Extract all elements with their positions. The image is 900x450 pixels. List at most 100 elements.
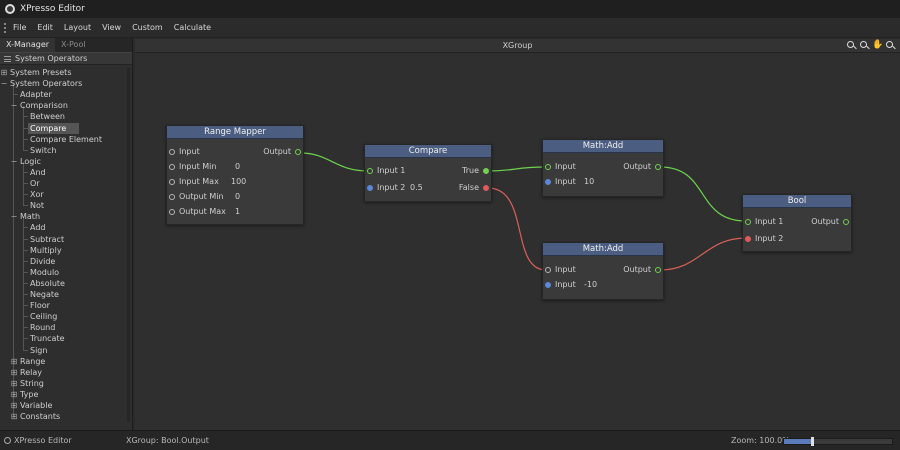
tree-item-truncate[interactable]: Truncate [0, 333, 131, 344]
port-value[interactable]: 100 [231, 176, 246, 188]
menu-calculate[interactable]: Calculate [174, 23, 211, 32]
port-input-min[interactable]: Input Min 0 [169, 161, 259, 173]
tree-item-add[interactable]: Add [0, 222, 131, 233]
expand-icon[interactable]: ⊞ [10, 356, 18, 367]
port-connector[interactable] [169, 149, 175, 155]
zoom-slider[interactable] [783, 437, 893, 446]
tree-item-absolute[interactable]: Absolute [0, 278, 131, 289]
tree-item-compare[interactable]: Compare [0, 122, 131, 134]
tree-item-math[interactable]: − Math [0, 211, 131, 222]
node-math-add-1[interactable]: Math:Add Input Input 10 Output [542, 139, 664, 197]
port-true[interactable]: True [462, 165, 489, 177]
port-false[interactable]: False [459, 182, 489, 194]
port-connector[interactable] [367, 168, 373, 174]
tree-item-variable[interactable]: ⊞ Variable [0, 400, 131, 411]
tree-item-comparison[interactable]: − Comparison [0, 100, 131, 111]
port-output[interactable]: Output [623, 264, 661, 276]
port-connector[interactable] [545, 267, 551, 273]
port-value[interactable]: 0 [235, 191, 240, 203]
tree-item-multiply[interactable]: Multiply [0, 245, 131, 256]
port-input-1[interactable]: Input 1 [367, 165, 437, 177]
wire-add1-bool[interactable] [659, 166, 747, 222]
port-connector[interactable] [545, 282, 551, 288]
menu-view[interactable]: View [102, 23, 121, 32]
port-connector[interactable] [367, 185, 373, 191]
tree-item-ceiling[interactable]: Ceiling [0, 311, 131, 322]
port-connector[interactable] [169, 194, 175, 200]
tree-item-subtract[interactable]: Subtract [0, 234, 131, 245]
node-compare[interactable]: Compare Input 1 Input 2 0.5 True False [364, 144, 492, 202]
collapse-icon[interactable]: − [10, 100, 18, 111]
tree-item-not[interactable]: Not [0, 200, 131, 211]
port-value[interactable]: 1 [235, 206, 240, 218]
wire-rangemapper-compare[interactable] [299, 152, 369, 172]
node-title[interactable]: Compare [365, 145, 491, 158]
tree-item-string[interactable]: ⊞ String [0, 378, 131, 389]
expand-icon[interactable]: ⊞ [0, 67, 8, 78]
tree-item-constants[interactable]: ⊞ Constants [0, 411, 131, 422]
collapse-icon[interactable]: − [0, 78, 8, 89]
tree-item-adapter[interactable]: Adapter [0, 89, 131, 100]
tree-item-compare-element[interactable]: Compare Element [0, 134, 131, 145]
tree-item-range[interactable]: ⊞ Range [0, 356, 131, 367]
port-output-max[interactable]: Output Max 1 [169, 206, 259, 218]
port-output[interactable]: Output [623, 161, 661, 173]
wire-compare-false-add2[interactable] [487, 187, 547, 271]
zoom-slider-handle[interactable] [810, 437, 814, 446]
port-input-value[interactable]: Input -10 [545, 279, 615, 291]
expand-icon[interactable]: ⊞ [10, 367, 18, 378]
zoom-out-icon[interactable] [846, 40, 857, 51]
hand-icon[interactable]: ✋ [872, 40, 883, 51]
port-connector[interactable] [745, 219, 751, 225]
tab-x-pool[interactable]: X-Pool [55, 38, 92, 52]
tab-x-manager[interactable]: X-Manager [0, 38, 56, 52]
node-canvas[interactable]: Range Mapper Input Input Min 0 Input Max… [135, 53, 900, 430]
node-title[interactable]: Math:Add [543, 243, 663, 256]
port-connector[interactable] [169, 164, 175, 170]
port-input-2[interactable]: Input 2 [745, 233, 805, 245]
port-value[interactable]: -10 [584, 279, 597, 291]
tree-item-floor[interactable]: Floor [0, 300, 131, 311]
expand-icon[interactable]: ⊞ [10, 400, 18, 411]
port-input[interactable]: Input [545, 161, 615, 173]
tree-item-round[interactable]: Round [0, 322, 131, 333]
tree-item-system-presets[interactable]: ⊞ System Presets [0, 67, 131, 78]
port-output[interactable]: Output [263, 146, 301, 158]
port-connector[interactable] [843, 219, 849, 225]
menu-file[interactable]: File [13, 23, 26, 32]
wire-add2-bool[interactable] [659, 237, 747, 271]
menu-layout[interactable]: Layout [64, 23, 91, 32]
port-connector[interactable] [655, 267, 661, 273]
tree-item-xor[interactable]: Xor [0, 189, 131, 200]
tree-item-logic[interactable]: − Logic [0, 156, 131, 167]
tree-item-relay[interactable]: ⊞ Relay [0, 367, 131, 378]
expand-icon[interactable]: ⊞ [10, 411, 18, 422]
port-input-1[interactable]: Input 1 [745, 216, 805, 228]
collapse-icon[interactable]: − [10, 156, 18, 167]
tree-item-modulo[interactable]: Modulo [0, 267, 131, 278]
port-connector[interactable] [545, 164, 551, 170]
port-connector[interactable] [295, 149, 301, 155]
port-connector[interactable] [483, 168, 489, 174]
port-connector[interactable] [169, 209, 175, 215]
menu-edit[interactable]: Edit [37, 23, 53, 32]
node-range-mapper[interactable]: Range Mapper Input Input Min 0 Input Max… [166, 125, 304, 225]
port-value[interactable]: 0.5 [410, 182, 423, 194]
port-value[interactable]: 0 [235, 161, 240, 173]
tree-scrollbar[interactable] [127, 68, 130, 422]
port-value[interactable]: 10 [584, 176, 594, 188]
menu-custom[interactable]: Custom [132, 23, 163, 32]
tree-item-sign[interactable]: Sign [0, 345, 131, 356]
port-output[interactable]: Output [811, 216, 849, 228]
port-input[interactable]: Input [169, 146, 259, 158]
node-title[interactable]: Range Mapper [167, 126, 303, 139]
tree-item-type[interactable]: ⊞ Type [0, 389, 131, 400]
port-connector[interactable] [169, 179, 175, 185]
wire-compare-true-add1[interactable] [487, 166, 547, 172]
collapse-icon[interactable]: − [10, 211, 18, 222]
port-connector[interactable] [655, 164, 661, 170]
tree-item-system-operators[interactable]: − System Operators [0, 78, 131, 89]
zoom-in-icon[interactable] [859, 40, 870, 51]
tree-item-divide[interactable]: Divide [0, 256, 131, 267]
node-title[interactable]: Math:Add [543, 140, 663, 153]
